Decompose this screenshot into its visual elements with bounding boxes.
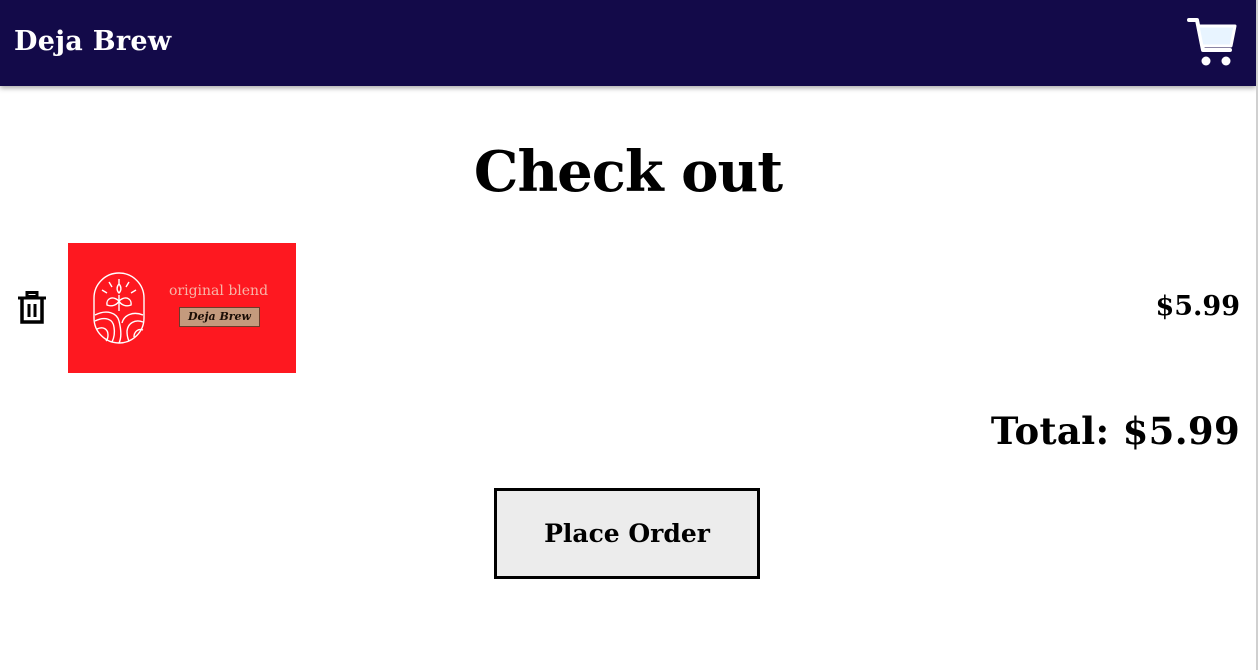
coffee-emblem-icon: [93, 272, 145, 344]
place-order-button[interactable]: Place Order: [494, 488, 760, 579]
product-blend-name: original blend: [169, 283, 269, 299]
order-total: Total: $5.99: [990, 409, 1240, 453]
page-title: Check out: [473, 139, 783, 205]
item-price: $5.99: [1155, 291, 1240, 322]
shopping-cart-icon[interactable]: [1186, 16, 1238, 70]
brand-logo-text[interactable]: Deja Brew: [14, 25, 171, 59]
product-label: Deja Brew: [179, 307, 260, 327]
product-image: original blend Deja Brew: [68, 243, 296, 373]
top-navbar: Deja Brew: [0, 0, 1256, 86]
trash-icon[interactable]: [17, 291, 47, 324]
